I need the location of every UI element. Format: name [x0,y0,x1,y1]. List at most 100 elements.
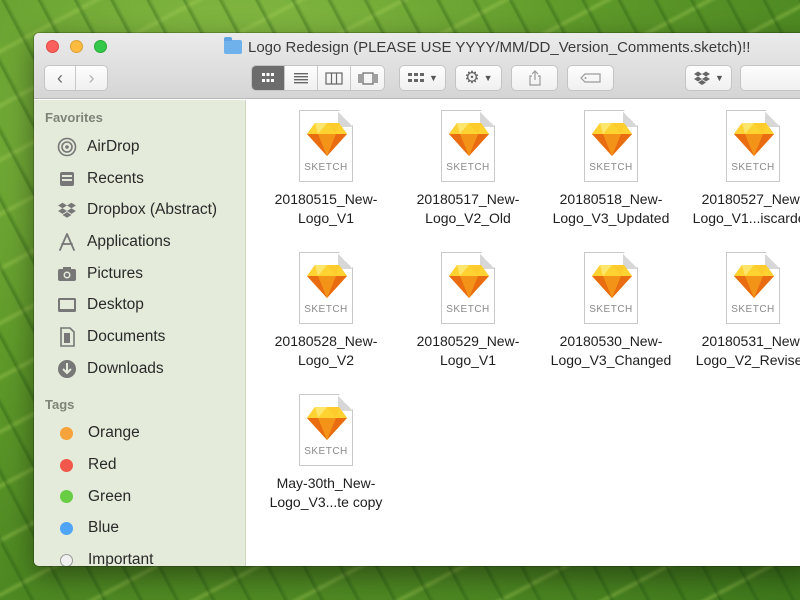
sketch-file-icon: SKETCH [584,252,638,324]
coverflow-view-button[interactable] [351,66,384,90]
chevron-right-icon: › [88,67,95,88]
file-type-label: SKETCH [304,304,348,315]
file-name: 20180528_New- Logo_V2 [274,333,378,368]
file-name: 20180515_New- Logo_V1 [274,191,378,226]
sidebar-item-applications[interactable]: Applications [34,226,245,258]
list-view-button[interactable] [285,66,318,90]
sidebar-tag-blue[interactable]: Blue [34,513,245,545]
sidebar-item-label: Dropbox (Abstract) [87,201,218,219]
list-view-icon [294,73,308,84]
sidebar-item-label: Documents [87,327,166,345]
sidebar-item-desktop[interactable]: Desktop [34,289,245,321]
tag-color-dot [60,426,73,440]
action-button[interactable]: ⚙ ▼ [455,65,502,91]
icon-view-icon [262,73,274,82]
file-name: 20180527_New- Logo_V1...iscarded [692,191,800,226]
recents-icon [56,168,78,190]
file-type-label: SKETCH [304,446,348,457]
camera-icon [56,263,78,285]
column-view-icon [325,71,343,85]
window-title-text: Logo Redesign (PLEASE USE YYYY/MM/DD_Ver… [248,38,751,56]
gear-icon: ⚙ [464,68,480,87]
dropbox-icon [694,71,711,85]
file-type-label: SKETCH [731,162,775,173]
file-name: 20180517_New- Logo_V2_Old [416,191,520,226]
tags-button[interactable] [567,65,614,91]
tag-color-dot [60,521,73,535]
sidebar-tag-orange[interactable]: Orange [34,418,245,450]
icon-view-button[interactable] [252,66,285,90]
chevron-down-icon: ▼ [483,73,493,83]
sketch-file-icon: SKETCH [726,110,780,182]
dropbox-button[interactable]: ▼ [685,65,732,91]
file-item[interactable]: SKETCH 20180529_New- Logo_V1 [398,252,538,370]
view-mode-control [251,65,385,91]
sidebar-item-label: Recents [87,169,144,187]
navigation-control: ‹ › [44,65,108,91]
group-by-icon [408,73,425,82]
sketch-file-icon: SKETCH [441,110,495,182]
sketch-file-icon: SKETCH [299,110,353,182]
sidebar-item-label: Important [88,551,154,566]
sidebar-item-documents[interactable]: Documents [34,321,245,353]
column-view-button[interactable] [318,66,351,90]
file-item[interactable]: SKETCH 20180518_New- Logo_V3_Updated [541,110,681,228]
chevron-down-icon: ▼ [715,73,724,83]
dropbox-icon [56,199,78,221]
file-item[interactable]: SKETCH 20180530_New- Logo_V3_Changed [541,252,681,370]
sidebar-item-downloads[interactable]: Downloads [34,353,245,385]
sidebar-item-label: Green [88,487,132,505]
title-bar: Logo Redesign (PLEASE USE YYYY/MM/DD_Ver… [34,33,800,99]
file-name: 20180529_New- Logo_V1 [416,333,520,368]
file-name: 20180518_New- Logo_V3_Updated [552,191,670,226]
file-type-label: SKETCH [304,162,348,173]
file-name: May-30th_New- Logo_V3...te copy [269,475,383,510]
share-icon [528,70,541,86]
forward-button[interactable]: › [76,66,107,90]
share-button[interactable] [511,65,558,91]
search-field[interactable] [740,65,800,91]
file-type-label: SKETCH [446,304,490,315]
chevron-left-icon: ‹ [57,67,63,88]
back-button[interactable]: ‹ [45,66,77,90]
file-item[interactable]: SKETCH 20180515_New- Logo_V1 [256,110,396,228]
file-item[interactable]: SKETCH May-30th_New- Logo_V3...te copy [256,394,396,512]
desktop-icon [56,294,78,316]
tag-color-dot [60,458,73,472]
sidebar-item-label: AirDrop [87,137,140,155]
file-name: 20180531_New- Logo_V2_Revised [695,333,800,368]
file-type-label: SKETCH [731,304,775,315]
airdrop-icon [56,136,78,158]
sidebar-item-recents[interactable]: Recents [34,163,245,195]
tag-color-dot [60,490,73,504]
sidebar: Favorites AirDrop Recents Dropbox (Abstr… [34,100,246,566]
file-item[interactable]: SKETCH 20180527_New- Logo_V1...iscarded [683,110,800,228]
file-type-label: SKETCH [589,304,633,315]
sidebar-tag-green[interactable]: Green [34,481,245,513]
zoom-button[interactable] [94,40,107,53]
sidebar-item-label: Pictures [87,264,143,282]
favorites-header: Favorites [45,110,103,125]
sidebar-item-label: Red [88,456,117,474]
minimize-button[interactable] [70,40,83,53]
sidebar-item-pictures[interactable]: Pictures [34,258,245,290]
sidebar-item-dropbox[interactable]: Dropbox (Abstract) [34,194,245,226]
sidebar-tag-red[interactable]: Red [34,449,245,481]
file-item[interactable]: SKETCH 20180517_New- Logo_V2_Old [398,110,538,228]
sidebar-item-airdrop[interactable]: AirDrop [34,131,245,163]
sidebar-item-label: Orange [88,424,140,442]
sidebar-item-label: Blue [88,519,120,537]
sidebar-tag-important[interactable]: Important [34,544,245,566]
file-item[interactable]: SKETCH 20180528_New- Logo_V2 [256,252,396,370]
coverflow-view-icon [357,71,378,85]
sketch-file-icon: SKETCH [726,252,780,324]
download-icon [56,358,78,380]
sketch-file-icon: SKETCH [584,110,638,182]
file-grid: SKETCH 20180515_New- Logo_V1 SKETCH 2018… [247,100,800,566]
finder-window: Logo Redesign (PLEASE USE YYYY/MM/DD_Ver… [34,33,800,566]
tag-color-dot [60,553,73,566]
sketch-file-icon: SKETCH [299,252,353,324]
file-item[interactable]: SKETCH 20180531_New- Logo_V2_Revised [683,252,800,370]
group-by-button[interactable]: ▼ [399,65,446,91]
close-button[interactable] [46,40,59,53]
